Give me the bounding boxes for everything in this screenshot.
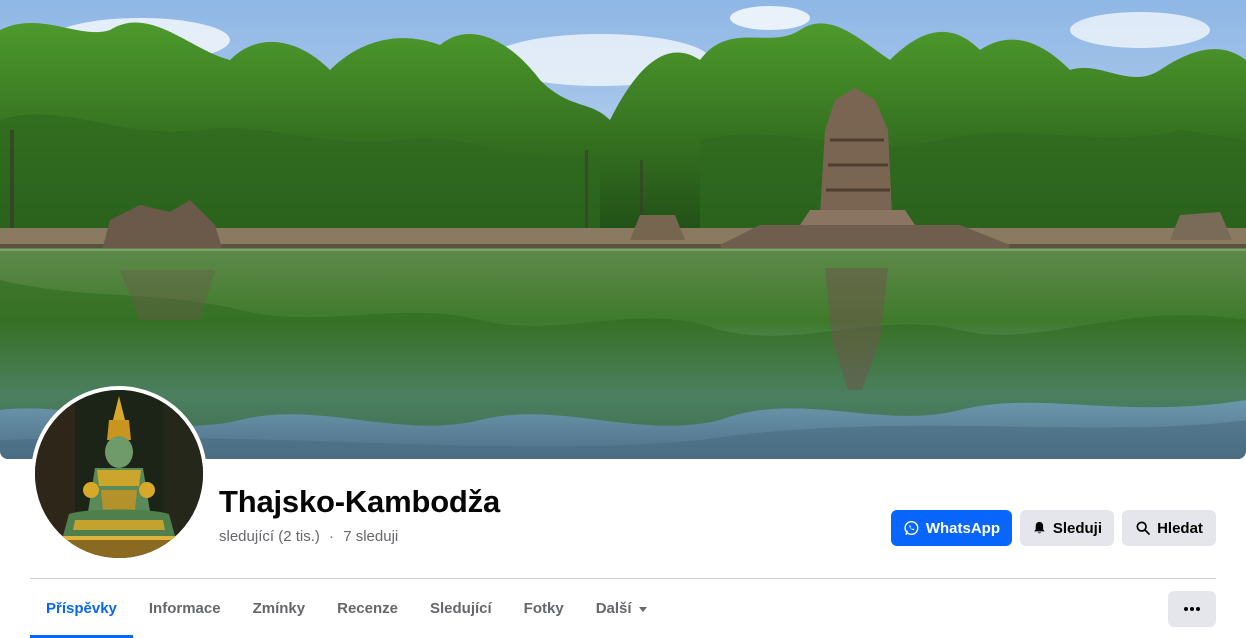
whatsapp-button[interactable]: WhatsApp — [891, 510, 1012, 546]
tab-label: Recenze — [337, 600, 398, 617]
tab-more[interactable]: Další — [580, 579, 664, 638]
tab-reviews[interactable]: Recenze — [321, 579, 414, 638]
tab-label: Další — [595, 600, 632, 617]
tab-label: Příspěvky — [46, 600, 117, 617]
tab-label: Fotky — [523, 600, 564, 617]
tab-followers[interactable]: Sledující — [414, 579, 508, 638]
follow-button[interactable]: Sleduji — [1020, 510, 1114, 546]
following-link[interactable]: 7 sleduji — [343, 528, 398, 545]
page-actions: WhatsApp Sleduji Hledat — [891, 510, 1216, 546]
whatsapp-icon — [904, 520, 919, 536]
search-button[interactable]: Hledat — [1122, 510, 1216, 546]
caret-down-icon — [638, 606, 647, 612]
tab-label: Informace — [148, 600, 221, 617]
page-stats: sledující (2 tis.) · 7 sleduji — [219, 528, 398, 545]
search-button-label: Hledat — [1157, 519, 1203, 537]
followers-link[interactable]: sledující (2 tis.) — [219, 528, 320, 545]
tab-posts[interactable]: Příspěvky — [30, 579, 133, 638]
bell-icon — [1034, 521, 1045, 534]
tab-label: Zmínky — [252, 600, 306, 617]
page-tabs: Příspěvky Informace Zmínky Recenze Sledu… — [30, 579, 664, 638]
follow-button-label: Sleduji — [1052, 519, 1102, 537]
search-icon — [1136, 521, 1150, 535]
emerald-buddha-image — [35, 390, 203, 558]
stats-separator: · — [329, 528, 335, 545]
tab-photos[interactable]: Fotky — [508, 579, 580, 638]
more-dots-icon — [1184, 607, 1200, 611]
tab-about[interactable]: Informace — [133, 579, 237, 638]
cover-photo-image — [0, 0, 1246, 459]
cover-photo[interactable] — [0, 0, 1246, 459]
more-options-button[interactable] — [1168, 591, 1216, 627]
tab-mentions[interactable]: Zmínky — [237, 579, 322, 638]
profile-avatar[interactable] — [31, 386, 207, 562]
tab-label: Sledující — [429, 600, 492, 617]
page-title: Thajsko-Kambodža — [219, 484, 501, 519]
avatar-image — [35, 390, 203, 558]
whatsapp-button-label: WhatsApp — [925, 519, 1000, 537]
